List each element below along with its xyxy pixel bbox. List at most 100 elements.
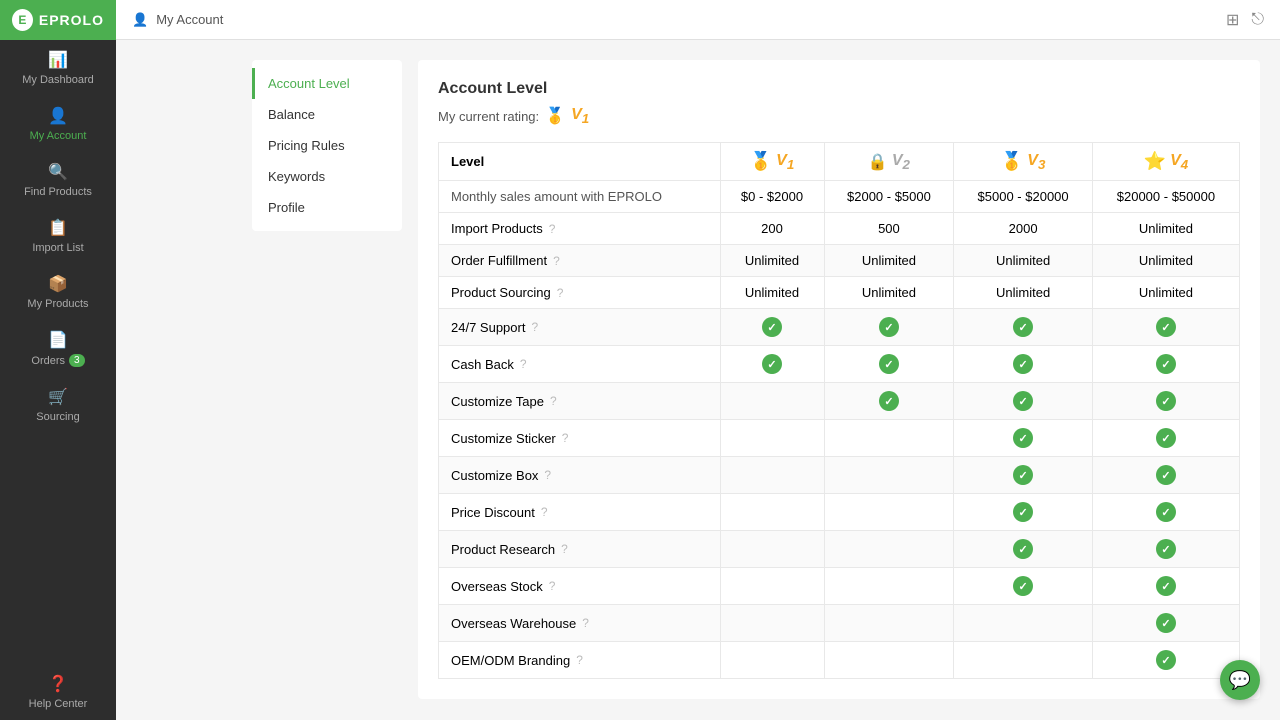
sidebar-label-orders: Orders 3 — [31, 354, 84, 367]
feature-label-cell: Product Research? — [439, 531, 721, 568]
import-products-v2-cell: 500 — [824, 213, 954, 245]
product-research-v4-cell: ✓ — [1092, 531, 1239, 568]
oem-odm-v3-cell — [954, 642, 1092, 679]
price-discount-v3-cell: ✓ — [954, 494, 1092, 531]
feature-name: Product Research — [451, 542, 555, 557]
topbar-title: My Account — [156, 12, 223, 27]
current-rating-icon: 🥇 — [545, 106, 565, 126]
col-v2-header: 🔒 V2 — [824, 143, 954, 181]
help-tooltip-icon[interactable]: ? — [520, 357, 527, 371]
import-products-v4-cell: Unlimited — [1092, 213, 1239, 245]
sidebar-label-sourcing: Sourcing — [36, 411, 79, 423]
help-tooltip-icon[interactable]: ? — [553, 254, 560, 268]
sidebar-item-dashboard[interactable]: 📊 My Dashboard — [0, 40, 116, 96]
help-tooltip-icon[interactable]: ? — [544, 468, 551, 482]
v1-medal: 🥇 — [750, 151, 772, 172]
sidebar-label-import-list: Import List — [32, 242, 83, 254]
v1-sales: $0 - $2000 — [720, 181, 824, 213]
sidebar-item-find-products[interactable]: 🔍 Find Products — [0, 152, 116, 208]
orders-badge: 3 — [69, 354, 85, 367]
cash-back-v1-cell: ✓ — [720, 346, 824, 383]
sidebar-label-account: My Account — [30, 130, 87, 142]
table-row: Price Discount?✓✓ — [439, 494, 1240, 531]
find-products-icon: 🔍 — [48, 162, 68, 182]
sales-label: Monthly sales amount with EPROLO — [439, 181, 721, 213]
order-fulfillment-v4-cell: Unlimited — [1092, 245, 1239, 277]
feature-name: Overseas Stock — [451, 579, 543, 594]
customize-box-v4-cell: ✓ — [1092, 457, 1239, 494]
feature-name: Order Fulfillment — [451, 253, 547, 268]
sidebar-label-dashboard: My Dashboard — [22, 74, 94, 86]
table-row: Customize Tape?✓✓✓ — [439, 383, 1240, 420]
customize-box-v1-cell — [720, 457, 824, 494]
level-table: Level 🥇 V1 🔒 V2 — [438, 142, 1240, 679]
order-fulfillment-v2-cell: Unlimited — [824, 245, 954, 277]
main-content: Account Level Balance Pricing Rules Keyw… — [232, 40, 1280, 720]
customize-tape-v1-cell — [720, 383, 824, 420]
oem-odm-v4-cell: ✓ — [1092, 642, 1239, 679]
col-v4-header: ⭐ V4 — [1092, 143, 1239, 181]
sidebar-item-import-list[interactable]: 📋 Import List — [0, 208, 116, 264]
cash-back-v2-cell: ✓ — [824, 346, 954, 383]
table-row: Product Sourcing?UnlimitedUnlimitedUnlim… — [439, 277, 1240, 309]
feature-name: Customize Tape — [451, 394, 544, 409]
sub-menu-keywords[interactable]: Keywords — [252, 161, 402, 192]
order-fulfillment-v3-cell: Unlimited — [954, 245, 1092, 277]
topbar-icon-2[interactable]: ⎋ — [1251, 11, 1264, 29]
overseas-stock-v3-cell: ✓ — [954, 568, 1092, 605]
logo[interactable]: E EPROLO — [0, 0, 116, 40]
sub-menu-pricing-rules[interactable]: Pricing Rules — [252, 130, 402, 161]
customize-sticker-v1-cell — [720, 420, 824, 457]
topbar-icon-1[interactable]: ⊞ — [1226, 10, 1239, 30]
current-rating-label: My current rating: — [438, 109, 539, 124]
table-row: OEM/ODM Branding? ✓ — [439, 642, 1240, 679]
chat-button[interactable]: 💬 — [1220, 660, 1260, 700]
sidebar-label-my-products: My Products — [27, 298, 88, 310]
feature-label-cell: Product Sourcing? — [439, 277, 721, 309]
support-24-7-v1-cell: ✓ — [720, 309, 824, 346]
feature-label-cell: Price Discount? — [439, 494, 721, 531]
sub-menu-account-level[interactable]: Account Level — [252, 68, 402, 99]
feature-name: Cash Back — [451, 357, 514, 372]
overseas-warehouse-v3-cell — [954, 605, 1092, 642]
support-24-7-v4-cell: ✓ — [1092, 309, 1239, 346]
sidebar-item-my-products[interactable]: 📦 My Products — [0, 264, 116, 320]
sub-sidebar: Account Level Balance Pricing Rules Keyw… — [252, 60, 402, 231]
sidebar-item-orders[interactable]: 📄 Orders 3 — [0, 320, 116, 377]
v1-label: V1 — [776, 152, 794, 172]
sidebar-item-sourcing[interactable]: 🛒 Sourcing — [0, 377, 116, 433]
help-tooltip-icon[interactable]: ? — [541, 505, 548, 519]
feature-label-cell: Customize Tape? — [439, 383, 721, 420]
sub-menu-balance[interactable]: Balance — [252, 99, 402, 130]
help-tooltip-icon[interactable]: ? — [550, 394, 557, 408]
sidebar: E EPROLO 📊 My Dashboard 👤 My Account 🔍 F… — [0, 0, 116, 720]
help-tooltip-icon[interactable]: ? — [557, 286, 564, 300]
sidebar-bottom: ❓ Help Center — [0, 664, 116, 720]
help-tooltip-icon[interactable]: ? — [576, 653, 583, 667]
overseas-warehouse-v4-cell: ✓ — [1092, 605, 1239, 642]
help-tooltip-icon[interactable]: ? — [531, 320, 538, 334]
cash-back-v3-cell: ✓ — [954, 346, 1092, 383]
help-tooltip-icon[interactable]: ? — [562, 431, 569, 445]
sidebar-item-help[interactable]: ❓ Help Center — [0, 664, 116, 720]
help-tooltip-icon[interactable]: ? — [582, 616, 589, 630]
v3-label: V3 — [1027, 152, 1045, 172]
sidebar-item-account[interactable]: 👤 My Account — [0, 96, 116, 152]
feature-label-cell: Overseas Warehouse? — [439, 605, 721, 642]
account-icon: 👤 — [48, 106, 68, 126]
help-tooltip-icon[interactable]: ? — [549, 222, 556, 236]
sidebar-label-find-products: Find Products — [24, 186, 92, 198]
sidebar-label-help: Help Center — [29, 698, 88, 710]
v2-label: V2 — [892, 152, 910, 172]
import-products-v3-cell: 2000 — [954, 213, 1092, 245]
orders-icon: 📄 — [48, 330, 68, 350]
table-row: Import Products?2005002000Unlimited — [439, 213, 1240, 245]
price-discount-v2-cell — [824, 494, 954, 531]
overseas-stock-v2-cell — [824, 568, 954, 605]
sub-menu-profile[interactable]: Profile — [252, 192, 402, 223]
customize-tape-v2-cell: ✓ — [824, 383, 954, 420]
help-tooltip-icon[interactable]: ? — [549, 579, 556, 593]
help-tooltip-icon[interactable]: ? — [561, 542, 568, 556]
cash-back-v4-cell: ✓ — [1092, 346, 1239, 383]
feature-name: OEM/ODM Branding — [451, 653, 570, 668]
